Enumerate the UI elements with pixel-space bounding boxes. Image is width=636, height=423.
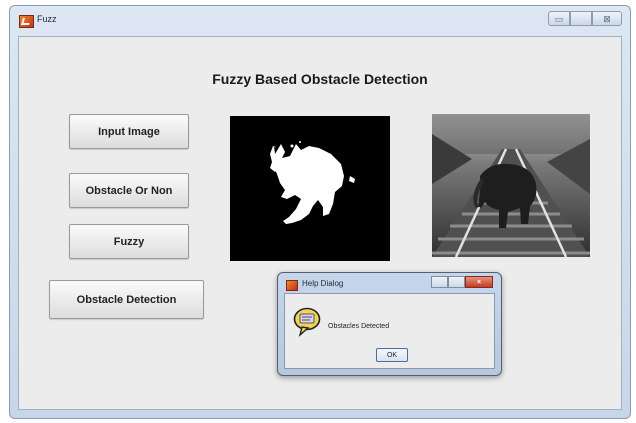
window-controls: ▭ ⊠ [548, 11, 622, 26]
close-button[interactable]: ⊠ [592, 11, 622, 26]
maximize-button[interactable] [570, 11, 592, 26]
dialog-maximize-button[interactable] [448, 276, 465, 288]
help-dialog: Help Dialog × Obstacles Detected OK [277, 272, 502, 376]
dialog-window-controls: × [431, 276, 493, 288]
page-title: Fuzzy Based Obstacle Detection [212, 71, 428, 87]
window-title: Fuzz [37, 14, 57, 24]
ok-button[interactable]: OK [376, 348, 408, 362]
dialog-close-button[interactable]: × [465, 276, 493, 288]
matlab-app-icon [286, 280, 298, 291]
input-image-button[interactable]: Input Image [69, 114, 189, 149]
dialog-minimize-button[interactable] [431, 276, 448, 288]
fuzzy-button[interactable]: Fuzzy [69, 224, 189, 259]
title-bar[interactable]: Fuzz ▭ ⊠ [10, 6, 630, 36]
dialog-body: Obstacles Detected OK [284, 293, 495, 369]
dialog-title: Help Dialog [302, 279, 344, 288]
dialog-message: Obstacles Detected [328, 323, 390, 330]
elephant-railway-photo [432, 114, 590, 257]
help-speech-bubble-icon [293, 307, 321, 337]
minimize-button[interactable]: ▭ [548, 11, 570, 26]
matlab-app-icon [19, 15, 34, 28]
binary-mask-image [230, 116, 390, 261]
obstacle-detection-button[interactable]: Obstacle Detection [49, 280, 204, 319]
obstacle-or-non-button[interactable]: Obstacle Or Non [69, 173, 189, 208]
